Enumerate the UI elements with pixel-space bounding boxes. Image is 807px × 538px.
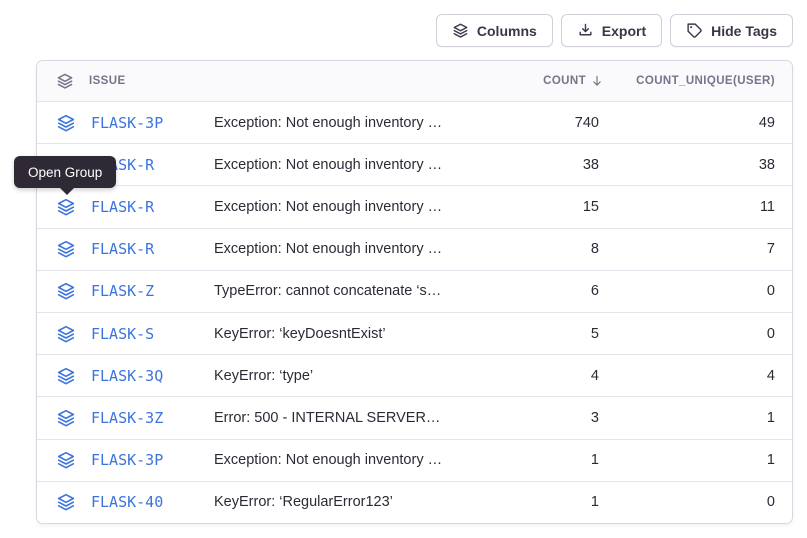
count-unique-value: 7	[604, 241, 792, 257]
count-unique-value: 1	[604, 410, 792, 426]
count-unique-value: 0	[604, 494, 792, 510]
table-header-row: ISSUE COUNT COUNT_UNIQUE(USER)	[37, 61, 792, 101]
issue-title: Exception: Not enough inventory for n…	[214, 452, 454, 468]
issue-link[interactable]: FLASK-3Q	[91, 367, 163, 385]
open-group-icon[interactable]	[56, 324, 76, 344]
issue-header-label: ISSUE	[89, 75, 126, 87]
table-toolbar: Columns Export Hide Tags	[436, 14, 793, 47]
count-value: 8	[454, 241, 604, 257]
layers-icon	[56, 72, 74, 90]
download-icon	[577, 22, 594, 39]
column-header-issue[interactable]: ISSUE	[37, 72, 214, 90]
layers-icon	[452, 22, 469, 39]
tooltip-arrow-icon	[59, 187, 75, 195]
count-value: 5	[454, 326, 604, 342]
issue-title: Exception: Not enough inventory for…	[214, 115, 454, 131]
count-unique-value: 0	[604, 283, 792, 299]
open-group-icon[interactable]	[56, 408, 76, 428]
table-row: FLASK-R Exception: Not enough inventory …	[37, 228, 792, 270]
issue-link[interactable]: FLASK-40	[91, 493, 163, 511]
table-row: FLASK-Z TypeError: cannot concatenate ‘s…	[37, 270, 792, 312]
open-group-tooltip: Open Group	[14, 156, 116, 188]
issue-title: KeyError: ‘RegularError123’	[214, 494, 454, 510]
issue-title: Error: 500 - INTERNAL SERVER ERROR	[214, 410, 454, 426]
issue-title: TypeError: cannot concatenate ‘str’ an…	[214, 283, 454, 299]
export-button-label: Export	[602, 23, 646, 39]
hide-tags-button[interactable]: Hide Tags	[670, 14, 793, 47]
count-value: 6	[454, 283, 604, 299]
tag-icon	[686, 22, 703, 39]
issue-link[interactable]: FLASK-3Z	[91, 409, 163, 427]
columns-button[interactable]: Columns	[436, 14, 553, 47]
tooltip-text: Open Group	[28, 165, 102, 180]
count-value: 38	[454, 157, 604, 173]
count-unique-value: 38	[604, 157, 792, 173]
table-row: FLASK-3Q KeyError: ‘type’ 4 4	[37, 354, 792, 396]
open-group-icon[interactable]	[56, 197, 76, 217]
count-value: 15	[454, 199, 604, 215]
count-unique-value: 4	[604, 368, 792, 384]
count-value: 4	[454, 368, 604, 384]
table-row: FLASK-R Exception: Not enough inventory …	[37, 185, 792, 227]
open-group-icon[interactable]	[56, 281, 76, 301]
count-value: 1	[454, 452, 604, 468]
sort-descending-icon	[590, 74, 604, 88]
open-group-icon[interactable]	[56, 492, 76, 512]
issue-title: Exception: Not enough inventory for n…	[214, 241, 454, 257]
issue-link[interactable]: FLASK-3P	[91, 451, 163, 469]
count-unique-header-label: COUNT_UNIQUE(USER)	[636, 75, 775, 87]
hide-tags-button-label: Hide Tags	[711, 23, 777, 39]
column-header-count-unique[interactable]: COUNT_UNIQUE(USER)	[604, 75, 792, 87]
table-row: FLASK-R Exception: Not enough inventory …	[37, 143, 792, 185]
issue-link[interactable]: FLASK-S	[91, 325, 154, 343]
count-unique-value: 11	[604, 199, 792, 215]
count-value: 3	[454, 410, 604, 426]
count-header-label: COUNT	[543, 75, 586, 87]
issue-link[interactable]: FLASK-Z	[91, 282, 154, 300]
table-row: FLASK-3P Exception: Not enough inventory…	[37, 439, 792, 481]
table-row: FLASK-3P Exception: Not enough inventory…	[37, 101, 792, 143]
table-row: FLASK-3Z Error: 500 - INTERNAL SERVER ER…	[37, 396, 792, 438]
count-value: 740	[454, 115, 604, 131]
count-unique-value: 49	[604, 115, 792, 131]
issue-title: Exception: Not enough inventory for h…	[214, 199, 454, 215]
export-button[interactable]: Export	[561, 14, 662, 47]
count-value: 1	[454, 494, 604, 510]
issue-link[interactable]: FLASK-R	[91, 240, 154, 258]
open-group-icon[interactable]	[56, 366, 76, 386]
issue-link[interactable]: FLASK-3P	[91, 114, 163, 132]
open-group-icon[interactable]	[56, 113, 76, 133]
count-unique-value: 0	[604, 326, 792, 342]
open-group-icon[interactable]	[56, 450, 76, 470]
table-row: FLASK-40 KeyError: ‘RegularError123’ 1 0	[37, 481, 792, 523]
column-header-count[interactable]: COUNT	[454, 74, 604, 88]
issues-table: ISSUE COUNT COUNT_UNIQUE(USER) FLASK-3P …	[36, 60, 793, 524]
issue-title: Exception: Not enough inventory for…	[214, 157, 454, 173]
columns-button-label: Columns	[477, 23, 537, 39]
issue-title: KeyError: ‘type’	[214, 368, 454, 384]
issue-link[interactable]: FLASK-R	[91, 198, 154, 216]
issue-title: KeyError: ‘keyDoesntExist’	[214, 326, 454, 342]
open-group-icon[interactable]	[56, 239, 76, 259]
count-unique-value: 1	[604, 452, 792, 468]
table-row: FLASK-S KeyError: ‘keyDoesntExist’ 5 0	[37, 312, 792, 354]
